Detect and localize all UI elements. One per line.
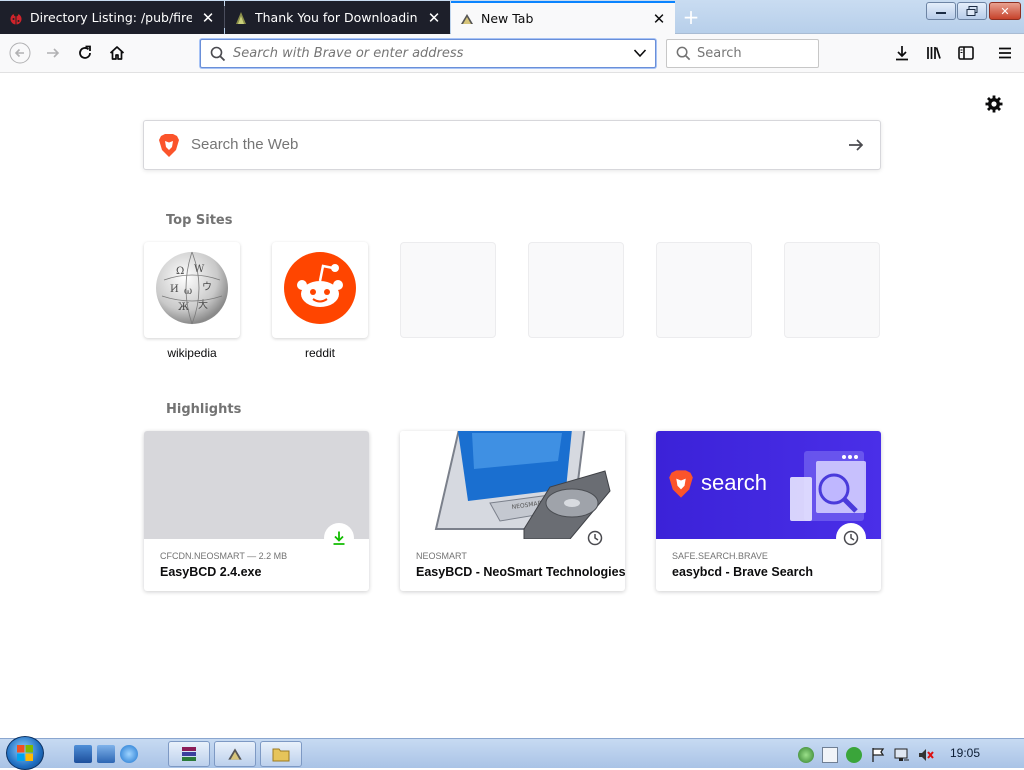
top-site-empty-slot[interactable] xyxy=(656,242,752,338)
search-bar[interactable] xyxy=(666,39,819,68)
windows-taskbar: 19:05 xyxy=(0,736,1024,770)
switch-windows-icon[interactable] xyxy=(97,745,115,763)
top-site-label[interactable]: reddit xyxy=(272,346,368,360)
new-tab-page: Top Sites ΩWИ ωウЖ大 wikipedia xyxy=(0,74,1024,738)
navigation-toolbar xyxy=(0,34,1024,73)
brave-search-wordmark: search xyxy=(701,470,768,495)
reddit-icon xyxy=(283,251,357,329)
highlights-heading: Highlights xyxy=(166,402,242,417)
top-site-empty-slot[interactable] xyxy=(400,242,496,338)
clock-icon xyxy=(580,523,610,553)
top-site-wikipedia[interactable]: ΩWИ ωウЖ大 xyxy=(144,242,240,338)
tab-directory-listing[interactable]: Directory Listing: /pub/firefox/ ✕ xyxy=(0,1,224,34)
search-input[interactable] xyxy=(697,46,807,61)
close-tab-icon[interactable]: ✕ xyxy=(651,10,667,28)
arrow-right-icon[interactable] xyxy=(846,135,866,159)
tab-easybcd-download[interactable]: Thank You for Downloading EasyBCD ✕ xyxy=(225,1,450,34)
minimize-window-button[interactable] xyxy=(926,2,956,20)
internet-explorer-icon[interactable] xyxy=(120,745,138,763)
card-title: EasyBCD - NeoSmart Technologies xyxy=(416,565,625,579)
highlight-card[interactable]: NEOSMART NEOSMART EasyBCD - NeoSmart Tec… xyxy=(400,431,625,591)
reload-icon[interactable] xyxy=(71,39,99,67)
start-button[interactable] xyxy=(6,736,44,770)
home-icon[interactable] xyxy=(103,39,131,67)
wikipedia-globe-icon: ΩWИ ωウЖ大 xyxy=(154,250,230,330)
web-search-box[interactable] xyxy=(143,120,881,170)
top-site-reddit[interactable] xyxy=(272,242,368,338)
forward-arrow-icon[interactable] xyxy=(39,39,67,67)
taskbar-explorer-button[interactable] xyxy=(260,741,302,767)
security-check-icon[interactable] xyxy=(846,747,862,763)
close-tab-icon[interactable]: ✕ xyxy=(426,9,442,27)
easybcd-favicon-icon xyxy=(233,10,249,26)
top-site-label[interactable]: wikipedia xyxy=(144,346,240,360)
chevron-down-icon[interactable] xyxy=(631,44,649,62)
easybcd-favicon-icon xyxy=(459,11,475,27)
action-center-flag-icon[interactable] xyxy=(870,747,886,763)
card-source: SAFE.SEARCH.BRAVE xyxy=(672,551,768,561)
network-globe-icon[interactable] xyxy=(798,747,814,763)
taskbar-browser-button[interactable] xyxy=(214,741,256,767)
back-arrow-icon[interactable] xyxy=(6,39,34,67)
tab-title: Thank You for Downloading EasyBCD xyxy=(255,10,418,25)
svg-text:W: W xyxy=(194,264,205,275)
speaker-muted-icon[interactable] xyxy=(918,747,934,763)
url-input[interactable] xyxy=(233,46,623,61)
show-desktop-icon[interactable] xyxy=(74,745,92,763)
tab-title: Directory Listing: /pub/firefox/ xyxy=(30,10,192,25)
address-bar[interactable] xyxy=(200,39,656,68)
new-tab-plus-icon[interactable]: + xyxy=(680,5,702,29)
tab-strip: Directory Listing: /pub/firefox/ ✕ Thank… xyxy=(0,0,1024,34)
download-icon xyxy=(324,523,354,553)
network-monitor-icon[interactable] xyxy=(894,747,910,763)
svg-text:ω: ω xyxy=(184,286,192,297)
hamburger-menu-icon[interactable] xyxy=(991,39,1019,67)
brave-lion-icon xyxy=(668,469,694,503)
top-sites-heading: Top Sites xyxy=(166,213,233,228)
tab-new-tab[interactable]: New Tab ✕ xyxy=(451,1,675,34)
taskbar-winrar-button[interactable] xyxy=(168,741,210,767)
svg-text:И: И xyxy=(170,284,179,295)
library-icon[interactable] xyxy=(920,39,948,67)
highlight-card[interactable]: CFCDN.NEOSMART — 2.2 MB EasyBCD 2.4.exe xyxy=(144,431,369,591)
card-source: NEOSMART xyxy=(416,551,467,561)
document-icon[interactable] xyxy=(822,747,838,763)
restore-window-button[interactable] xyxy=(957,2,987,20)
brave-lion-icon xyxy=(158,133,180,162)
card-title: easybcd - Brave Search xyxy=(672,565,814,579)
close-window-button[interactable]: ✕ xyxy=(989,2,1021,20)
ladybug-favicon-icon xyxy=(8,10,24,26)
search-icon xyxy=(209,45,227,67)
clock-icon xyxy=(836,523,866,553)
downloads-icon[interactable] xyxy=(888,39,916,67)
card-source: CFCDN.NEOSMART — 2.2 MB xyxy=(160,551,288,561)
top-site-empty-slot[interactable] xyxy=(784,242,880,338)
card-title: EasyBCD 2.4.exe xyxy=(160,565,262,579)
svg-text:ウ: ウ xyxy=(202,281,212,293)
taskbar-clock[interactable]: 19:05 xyxy=(950,746,980,760)
web-search-input[interactable] xyxy=(191,136,831,153)
close-tab-icon[interactable]: ✕ xyxy=(200,9,216,27)
gear-icon[interactable] xyxy=(984,94,1004,114)
sidebar-icon[interactable] xyxy=(952,39,980,67)
highlight-card[interactable]: search SAFE.SEARCH.BRAVE easybcd - Brave… xyxy=(656,431,881,591)
search-icon xyxy=(675,45,692,66)
top-site-empty-slot[interactable] xyxy=(528,242,624,338)
tab-title: New Tab xyxy=(481,11,534,26)
